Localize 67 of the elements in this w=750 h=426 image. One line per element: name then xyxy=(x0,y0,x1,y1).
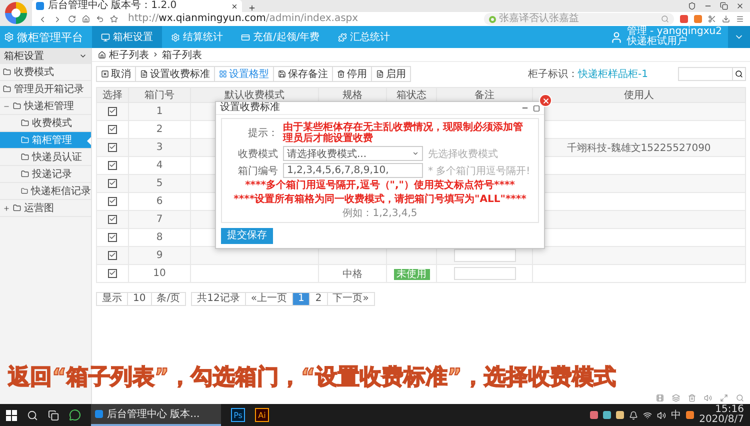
sidebar-item[interactable]: 快递柜管理 xyxy=(24,99,74,113)
warning-note: ****设置所有箱格为同一收费模式，请把箱门号填写为"ALL"**** xyxy=(232,194,528,206)
column-header: 选择 xyxy=(96,88,128,102)
toolbar-button[interactable]: 设置格型 xyxy=(214,66,274,82)
sidebar-item[interactable]: 管理员开箱记录 xyxy=(0,81,91,98)
toolbar-button[interactable]: 启用 xyxy=(371,66,411,82)
clock-time: 15:16 xyxy=(715,405,744,415)
next-page-link[interactable]: 下一页» xyxy=(326,292,375,306)
status-badge: 未使用 xyxy=(394,268,430,280)
column-header: 箱状态 xyxy=(386,88,436,102)
item-label: 收费模式 xyxy=(14,66,54,79)
app-logo: 微柜管理平台 xyxy=(17,30,83,44)
item-label: 收费模式 xyxy=(32,116,72,130)
app-title: 后台管理中心 版本... xyxy=(107,408,200,421)
toolbar-button[interactable]: 停用 xyxy=(332,66,372,82)
dialog-title: 设置收费标准 xyxy=(220,102,280,114)
subtitle-caption: 返回“箱子列表”，勾选箱门，“设置收费标准”，选择收费模式 xyxy=(8,364,616,392)
field-label: 箱门编号 xyxy=(237,164,278,178)
breadcrumb-link[interactable]: 箱子列表 xyxy=(162,48,202,62)
toolbar-button[interactable]: 保存备注 xyxy=(273,66,333,82)
column-header: 使用人 xyxy=(532,88,746,102)
user-role: 快递柜试用户 xyxy=(626,37,687,47)
item-label: 快递员认证 xyxy=(32,150,82,164)
pager-label: 显示 xyxy=(96,292,128,306)
nav-tab[interactable]: 箱柜设置 xyxy=(92,26,162,48)
search-placeholder: 张嘉译否认张嘉益 xyxy=(499,13,580,25)
door-number-field[interactable]: 1,2,3,4,5,6,7,8,9,10, xyxy=(283,163,423,178)
item-label: 管理员开箱记录 xyxy=(14,83,84,96)
sidebar-title[interactable]: 箱柜设置 xyxy=(0,48,91,64)
cabinet-label: 柜子标识：快递柜样品柜-1 xyxy=(528,68,648,81)
sidebar-item[interactable]: 快递柜信记录 xyxy=(0,183,91,200)
field-hint: * 多个箱门用逗号隔开! xyxy=(428,164,530,178)
tip-label: 提示： xyxy=(247,127,278,140)
breadcrumb-link[interactable]: 柜子列表 xyxy=(109,48,149,62)
tip-text: 由于某些柜体存在无主乱收费情况，现限制必须添加管理员后才能设置收费 xyxy=(283,122,524,144)
table-cell: 中格 xyxy=(318,264,386,282)
record-count: 共12记录 xyxy=(191,292,246,306)
sidebar-item[interactable]: 运营图 xyxy=(24,201,54,215)
pager-label: 条/页 xyxy=(150,292,186,306)
page-size[interactable]: 10 xyxy=(127,292,152,306)
item-label: 快递柜信记录 xyxy=(31,184,91,198)
column-header: 箱门号 xyxy=(128,88,190,102)
example-text: 例如：1,2,3,4,5 xyxy=(342,208,418,219)
column-header: 规格 xyxy=(318,88,386,102)
taskbar-app[interactable]: Ps xyxy=(231,408,245,422)
column-header: 默认收费模式 xyxy=(190,88,318,102)
mode-select[interactable]: 请选择收费模式... xyxy=(283,146,423,161)
table-cell: 10 xyxy=(128,264,190,282)
taskbar-app[interactable]: Ai xyxy=(255,408,269,422)
sidebar-item[interactable]: 收费模式 xyxy=(0,64,91,81)
toolbar-button[interactable]: 设置收费标准 xyxy=(135,66,215,82)
address-field[interactable]: http://wx.qianmingyun.com/admin/index.aspx xyxy=(124,13,444,25)
taskbar-app[interactable]: 后台管理中心 版本... xyxy=(91,404,221,426)
input-method[interactable]: 中 xyxy=(671,408,682,422)
warning-note: ****多个箱门用逗号隔开,逗号（","）使用英文标点符号**** xyxy=(244,180,516,192)
item-label: 箱柜管理 xyxy=(32,134,72,147)
prev-page-link[interactable]: «上一页 xyxy=(244,292,293,306)
item-label: 投递记录 xyxy=(32,168,72,181)
page-link[interactable]: 2 xyxy=(309,292,328,306)
clock-date: 2020/8/7 xyxy=(699,415,744,425)
toolbar-button[interactable]: 取消 xyxy=(96,66,136,82)
column-header: 备注 xyxy=(436,88,532,102)
sidebar-item[interactable]: 快递员认证 xyxy=(0,149,91,166)
field-hint: 先选择收费模式 xyxy=(428,148,498,160)
user-name: 管理 - yangqingxu2 xyxy=(626,27,722,37)
sidebar-item[interactable]: 投递记录 xyxy=(0,166,91,183)
field-label: 收费模式 xyxy=(237,148,278,160)
